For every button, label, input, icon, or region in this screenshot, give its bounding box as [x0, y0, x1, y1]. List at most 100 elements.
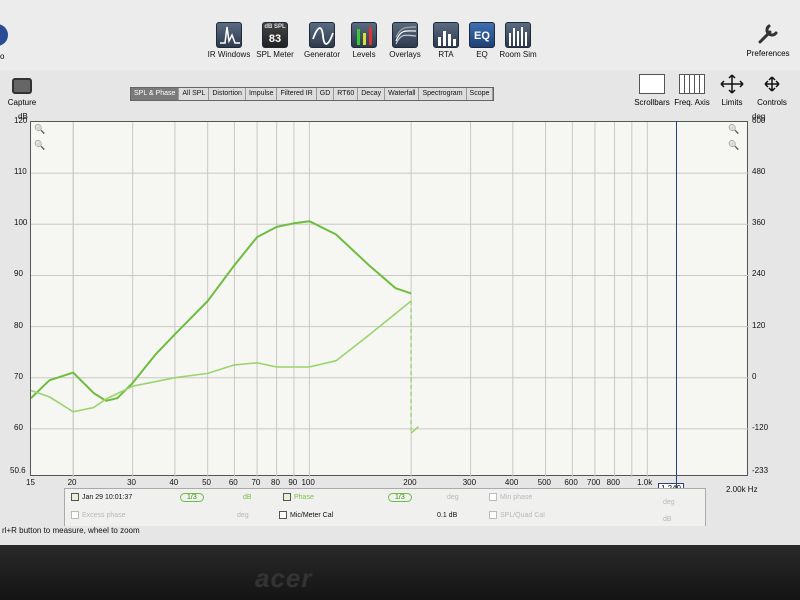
x-tick-label: 15 — [26, 478, 35, 487]
x-tick-label: 20 — [67, 478, 77, 487]
limits-button[interactable]: Limits — [712, 74, 752, 107]
camera-icon — [12, 78, 32, 94]
mic-cal-label: Mic/Meter Cal — [290, 511, 334, 519]
scrollbars-button[interactable]: Scrollbars — [632, 74, 672, 107]
x-tick-label: 600 — [564, 478, 578, 487]
tab-spl-phase[interactable]: SPL & Phase — [131, 88, 180, 100]
spl-cal-label: SPL/Quad Cal — [500, 511, 545, 519]
ir-windows-icon — [216, 22, 242, 48]
ir-windows-label: IR Windows — [207, 50, 251, 59]
limits-icon — [719, 74, 745, 94]
graph-controls: Scrollbars Freq. Axis Limits Controls — [632, 74, 792, 107]
tab-decay[interactable]: Decay — [358, 88, 386, 100]
mic-cal-checkbox[interactable]: Mic/Meter Cal — [279, 511, 333, 519]
x-tick-label: 700 — [587, 478, 601, 487]
y-tick-label: 90 — [14, 269, 23, 279]
tab-impulse[interactable]: Impulse — [246, 88, 278, 100]
phase-label: Phase — [294, 493, 314, 501]
measurement-checkbox[interactable]: Jan 29 10:01:37 — [71, 493, 132, 501]
tab-spectrogram[interactable]: Spectrogram — [419, 88, 467, 100]
x-tick-label: 30 — [127, 478, 137, 487]
graph-tabs: SPL & Phase All SPL Distortion Impulse Filte… — [130, 87, 495, 101]
x-tick-label: 60 — [228, 478, 238, 487]
spl-meter-label: SPL Meter — [256, 50, 294, 59]
x-tick-label: 40 — [169, 478, 179, 487]
min-phase-checkbox[interactable]: Min phase — [489, 493, 532, 501]
min-phase-label: Min phase — [500, 493, 533, 501]
x-tick-label: 50 — [202, 478, 211, 487]
x-tick-label: 70 — [251, 478, 261, 487]
resolution-value: 0.1 dB — [437, 512, 458, 519]
phase-smoothing[interactable]: 1/3 — [388, 493, 412, 502]
tab-distortion[interactable]: Distortion — [209, 88, 246, 100]
y-tick-label: 50.6 — [10, 466, 26, 475]
left-cut-label: o — [0, 52, 5, 61]
zoom-icon[interactable]: 🔍 — [728, 124, 739, 135]
measurement-name: Jan 29 10:01:37 — [82, 493, 133, 501]
monitor-brand-logo: acer — [255, 563, 313, 593]
zoom-icon[interactable]: 🔍 — [34, 124, 45, 135]
main-toolbar: o IR Windows dB SPL 83 SPL Meter Generat… — [0, 0, 800, 70]
app-logo-icon[interactable] — [0, 24, 8, 46]
levels-icon — [351, 22, 377, 48]
y2-tick-label: -120 — [752, 422, 769, 432]
preferences-label: Preferences — [746, 49, 790, 58]
tab-rt60[interactable]: RT60 — [334, 88, 359, 100]
y-tick-label: 70 — [14, 371, 23, 381]
room-sim-icon — [505, 22, 531, 48]
x-tick-label: 90 — [288, 478, 298, 487]
y2-tick-label: 120 — [752, 320, 766, 330]
y2-tick-label: 360 — [752, 218, 766, 228]
zoom-icon[interactable]: 🔍 — [34, 140, 45, 151]
generator-icon — [309, 22, 335, 48]
spl-meter-value: 83 — [268, 33, 282, 45]
min-phase-unit: deg — [663, 499, 675, 506]
y2-tick-label: 240 — [752, 269, 766, 279]
room-sim-button[interactable]: Room Sim — [488, 22, 548, 59]
graph-canvas[interactable] — [31, 122, 749, 477]
capture-button[interactable]: Capture — [4, 78, 40, 107]
phase-checkbox[interactable]: Phase — [283, 493, 314, 501]
tab-all-spl[interactable]: All SPL — [179, 88, 210, 100]
monitor-bezel — [0, 545, 800, 600]
phase-series-tail — [410, 426, 419, 434]
x-tick-label: 200 — [403, 478, 417, 487]
x-tick-label: 1.0k — [637, 478, 653, 487]
tab-waterfall[interactable]: Waterfall — [385, 88, 420, 100]
excess-phase-label: Excess phase — [82, 511, 126, 519]
x-tick-label: 500 — [537, 478, 552, 487]
x-tick-label: 800 — [606, 478, 620, 487]
y-tick-label: 60 — [14, 422, 23, 432]
scrollbars-label: Scrollbars — [634, 98, 670, 107]
controls-button[interactable]: Controls — [752, 74, 792, 107]
spl-series-line — [31, 220, 412, 402]
frequency-cursor[interactable] — [676, 121, 677, 491]
spl-phase-graph[interactable] — [30, 121, 749, 477]
y2-tick-label: 480 — [752, 167, 766, 177]
status-bar: rl+R button to measure, wheel to zoom — [0, 526, 800, 540]
x-tick-label: 400 — [504, 478, 519, 487]
preferences-button[interactable]: Preferences — [738, 20, 798, 58]
controls-label: Controls — [757, 98, 787, 107]
freq-axis-button[interactable]: Freq. Axis — [672, 74, 712, 107]
tab-scope[interactable]: Scope — [467, 88, 494, 100]
tab-filtered-ir[interactable]: Filtered IR — [277, 88, 317, 100]
scrollbars-icon — [639, 74, 665, 94]
spl-smoothing[interactable]: 1/3 — [180, 493, 204, 502]
y-tick-label: 120 — [14, 116, 28, 125]
freq-axis-icon — [679, 74, 705, 94]
y-tick-label: 110 — [14, 167, 27, 177]
phase-unit: deg — [447, 494, 459, 501]
excess-phase-checkbox[interactable]: Excess phase — [71, 511, 126, 519]
spl-cal-checkbox[interactable]: SPL/Quad Cal — [489, 511, 545, 519]
controls-icon — [759, 74, 785, 94]
eq-label: EQ — [476, 50, 488, 59]
wrench-icon — [755, 20, 781, 46]
tab-gd[interactable]: GD — [317, 88, 335, 100]
x-max-label: 2.00k Hz — [726, 485, 758, 494]
overlays-icon — [392, 22, 418, 48]
spl-cal-unit: dB — [663, 516, 672, 523]
x-tick-label: 100 — [301, 478, 315, 487]
legend-panel: Jan 29 10:01:37 1/3 dB Phase 1/3 deg Min… — [64, 488, 706, 530]
zoom-icon[interactable]: 🔍 — [728, 140, 739, 151]
